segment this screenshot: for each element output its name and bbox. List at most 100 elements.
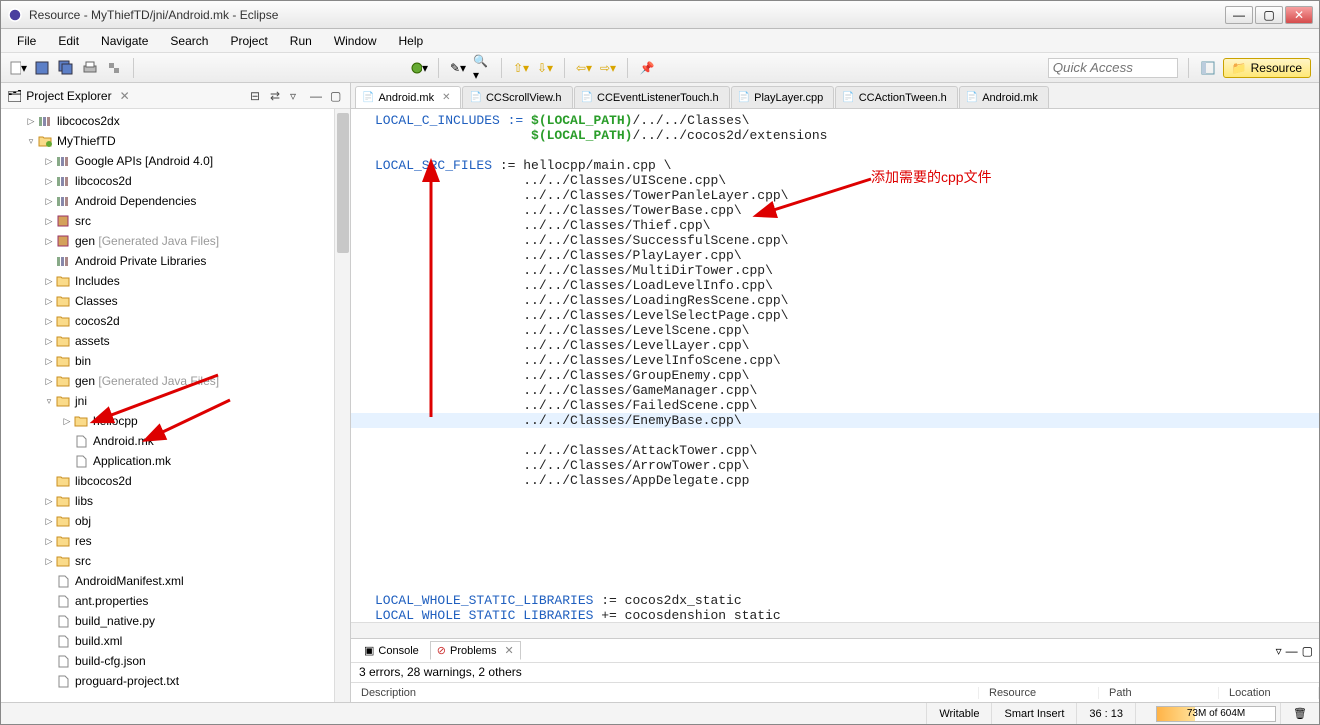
back-icon[interactable]: ⇦▾	[575, 59, 593, 77]
scrollbar-thumb[interactable]	[337, 113, 349, 253]
tree-row[interactable]: ▷Android Dependencies	[1, 191, 350, 211]
col-path[interactable]: Path	[1099, 687, 1219, 699]
tree-row[interactable]: ▿MyThiefTD	[1, 131, 350, 151]
bottom-minimize-icon[interactable]: —	[1286, 644, 1298, 658]
link-editor-icon[interactable]: ⇄	[270, 89, 284, 103]
project-tree[interactable]: ▷libcocos2dx▿MyThiefTD▷Google APIs [Andr…	[1, 109, 350, 702]
menu-file[interactable]: File	[7, 31, 46, 51]
minimize-button[interactable]: —	[1225, 6, 1253, 24]
build-icon[interactable]	[105, 59, 123, 77]
tree-row[interactable]: ▷src	[1, 211, 350, 231]
tree-row[interactable]: ▷libcocos2dx	[1, 111, 350, 131]
tree-row[interactable]: ▷libcocos2d	[1, 171, 350, 191]
tree-row[interactable]: ant.properties	[1, 591, 350, 611]
tree-row[interactable]: ▷obj	[1, 511, 350, 531]
editor-horizontal-scrollbar[interactable]	[351, 622, 1319, 638]
tree-row[interactable]: AndroidManifest.xml	[1, 571, 350, 591]
tree-row[interactable]: ▷Google APIs [Android 4.0]	[1, 151, 350, 171]
tree-row[interactable]: libcocos2d	[1, 471, 350, 491]
quick-access-input[interactable]	[1048, 58, 1178, 78]
perspective-icon[interactable]	[1199, 59, 1217, 77]
tree-row[interactable]: build_native.py	[1, 611, 350, 631]
wand-icon[interactable]: ✎▾	[449, 59, 467, 77]
code-editor[interactable]: LOCAL_C_INCLUDES := $(LOCAL_PATH)/../../…	[351, 109, 1319, 622]
expand-icon[interactable]: ▷	[43, 196, 55, 207]
editor-tab[interactable]: 📄Android.mk	[959, 86, 1049, 108]
tree-row[interactable]: Application.mk	[1, 451, 350, 471]
tree-row[interactable]: build-cfg.json	[1, 651, 350, 671]
tree-row[interactable]: ▷bin	[1, 351, 350, 371]
tab-close-icon[interactable]: ✕	[442, 92, 450, 103]
expand-icon[interactable]: ▷	[61, 416, 73, 427]
tree-row[interactable]: ▷res	[1, 531, 350, 551]
next-annotation-icon[interactable]: ⇩▾	[536, 59, 554, 77]
tree-scrollbar[interactable]	[334, 109, 350, 702]
gc-button[interactable]: 🗑	[1280, 703, 1319, 724]
editor-tab[interactable]: 📄PlayLayer.cpp	[731, 86, 835, 108]
expand-icon[interactable]: ▿	[25, 136, 37, 147]
tree-row[interactable]: Android Private Libraries	[1, 251, 350, 271]
tree-row[interactable]: ▷gen [Generated Java Files]	[1, 231, 350, 251]
tree-row[interactable]: ▷Includes	[1, 271, 350, 291]
col-description[interactable]: Description	[351, 687, 979, 699]
expand-icon[interactable]: ▷	[25, 116, 37, 127]
console-tab[interactable]: ▣ Console	[357, 641, 426, 660]
col-resource[interactable]: Resource	[979, 687, 1099, 699]
menu-run[interactable]: Run	[280, 31, 322, 51]
col-location[interactable]: Location	[1219, 687, 1319, 699]
menu-search[interactable]: Search	[160, 31, 218, 51]
tree-row[interactable]: ▷src	[1, 551, 350, 571]
expand-icon[interactable]: ▷	[43, 376, 55, 387]
problems-tab[interactable]: ⊘ Problems ✕	[430, 641, 521, 660]
bottom-maximize-icon[interactable]: ▢	[1302, 644, 1313, 658]
bottom-view-menu-icon[interactable]: ▿	[1276, 644, 1282, 658]
tree-row[interactable]: Android.mk	[1, 431, 350, 451]
collapse-all-icon[interactable]: ⊟	[250, 89, 264, 103]
editor-tab[interactable]: 📄CCActionTween.h	[835, 86, 958, 108]
editor-tab[interactable]: 📄CCScrollView.h	[462, 86, 572, 108]
tree-row[interactable]: ▿jni	[1, 391, 350, 411]
tree-row[interactable]: ▷assets	[1, 331, 350, 351]
close-button[interactable]: ✕	[1285, 6, 1313, 24]
menu-navigate[interactable]: Navigate	[91, 31, 158, 51]
tree-row[interactable]: proguard-project.txt	[1, 671, 350, 691]
tree-row[interactable]: build.xml	[1, 631, 350, 651]
expand-icon[interactable]: ▷	[43, 236, 55, 247]
debug-dropdown-icon[interactable]: ▾	[410, 59, 428, 77]
prev-annotation-icon[interactable]: ⇧▾	[512, 59, 530, 77]
memory-bar[interactable]: 73M of 604M	[1156, 706, 1276, 722]
menu-window[interactable]: Window	[324, 31, 387, 51]
menu-edit[interactable]: Edit	[48, 31, 89, 51]
print-icon[interactable]	[81, 59, 99, 77]
expand-icon[interactable]: ▿	[43, 396, 55, 407]
resource-perspective-button[interactable]: 📁 Resource	[1223, 58, 1311, 78]
expand-icon[interactable]: ▷	[43, 556, 55, 567]
tree-row[interactable]: ▷gen [Generated Java Files]	[1, 371, 350, 391]
menu-help[interactable]: Help	[389, 31, 434, 51]
expand-icon[interactable]: ▷	[43, 356, 55, 367]
expand-icon[interactable]: ▷	[43, 516, 55, 527]
expand-icon[interactable]: ▷	[43, 336, 55, 347]
tree-row[interactable]: ▷Classes	[1, 291, 350, 311]
expand-icon[interactable]: ▷	[43, 216, 55, 227]
view-menu-icon[interactable]: ▿	[290, 89, 304, 103]
save-icon[interactable]	[33, 59, 51, 77]
new-icon[interactable]: ▾	[9, 59, 27, 77]
editor-tab[interactable]: 📄Android.mk✕	[355, 86, 461, 108]
problems-tab-close-icon[interactable]: ✕	[504, 644, 513, 657]
expand-icon[interactable]: ▷	[43, 316, 55, 327]
minimize-view-icon[interactable]: —	[310, 89, 324, 103]
view-close-icon[interactable]: ✕	[120, 89, 130, 103]
expand-icon[interactable]: ▷	[43, 176, 55, 187]
expand-icon[interactable]: ▷	[43, 296, 55, 307]
search-icon[interactable]: 🔍▾	[473, 59, 491, 77]
forward-icon[interactable]: ⇨▾	[599, 59, 617, 77]
expand-icon[interactable]: ▷	[43, 536, 55, 547]
tree-row[interactable]: ▷hellocpp	[1, 411, 350, 431]
menu-project[interactable]: Project	[220, 31, 277, 51]
maximize-button[interactable]: ▢	[1255, 6, 1283, 24]
expand-icon[interactable]: ▷	[43, 276, 55, 287]
tree-row[interactable]: ▷libs	[1, 491, 350, 511]
expand-icon[interactable]: ▷	[43, 156, 55, 167]
expand-icon[interactable]: ▷	[43, 496, 55, 507]
